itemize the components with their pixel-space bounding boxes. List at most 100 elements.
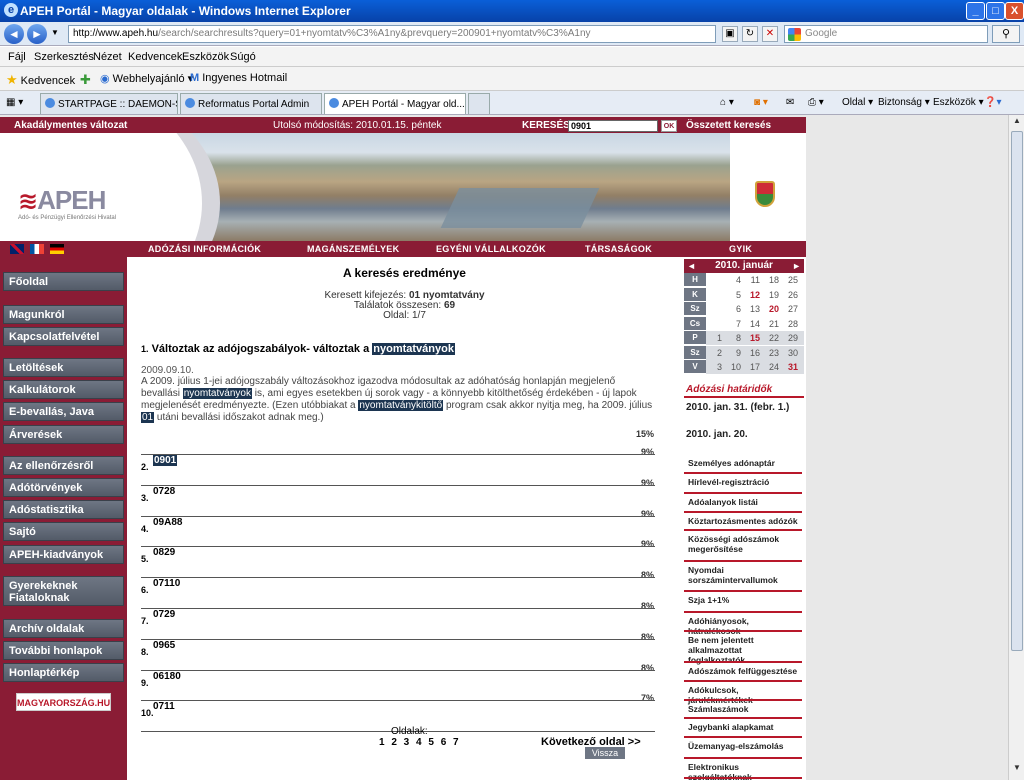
result-link[interactable]: 0901	[153, 455, 178, 466]
calendar-day[interactable]	[706, 288, 722, 302]
menu-e-bevallas[interactable]: E-bevallás, Java	[3, 402, 124, 421]
menu-file[interactable]: Fájl	[8, 51, 26, 63]
calendar-day[interactable]: 3	[706, 360, 722, 374]
new-tab-button[interactable]	[468, 93, 490, 114]
calendar-day[interactable]: 22	[763, 331, 779, 345]
calendar-day[interactable]: 8	[725, 331, 741, 345]
calendar-day[interactable]: 10	[725, 360, 741, 374]
calendar-next-icon[interactable]: ►	[792, 259, 801, 273]
menu-tovabbi-honlapok[interactable]: További honlapok	[3, 641, 124, 660]
vertical-scrollbar[interactable]: ▲ ▼	[1008, 115, 1024, 780]
menu-adotorvenyek[interactable]: Adótörvények	[3, 478, 124, 497]
tab-startpage[interactable]: STARTPAGE :: DAEMON-Sea...	[40, 93, 178, 114]
magyarorszag-hu-link[interactable]: MAGYARORSZÁG.HU	[16, 693, 111, 711]
page-menu[interactable]: Oldal ▾	[842, 97, 873, 108]
nav-tarsasagok[interactable]: TÁRSASÁGOK	[585, 244, 652, 254]
tab-apeh[interactable]: APEH Portál - Magyar old... ✕	[324, 93, 466, 114]
forward-arrow-icon[interactable]: ►	[27, 24, 47, 44]
nav-egyeni-vallalkozok[interactable]: EGYÉNI VÁLLALKOZÓK	[436, 244, 546, 254]
calendar-day[interactable]: 7	[725, 317, 741, 331]
calendar-day[interactable]: 5	[725, 288, 741, 302]
calendar-day[interactable]: 27	[782, 302, 798, 316]
accessible-version-link[interactable]: Akadálymentes változat	[14, 120, 127, 131]
menu-letoltesek[interactable]: Letöltések	[3, 358, 124, 377]
flag-english-icon[interactable]	[10, 244, 24, 254]
result-link[interactable]: 0728	[153, 486, 175, 497]
result-link[interactable]: 07110	[153, 578, 180, 589]
right-link[interactable]: Hírlevél-regisztráció	[688, 477, 800, 487]
calendar-day[interactable]: 13	[744, 302, 760, 316]
calendar-day[interactable]: 6	[725, 302, 741, 316]
calendar-day[interactable]	[706, 273, 722, 287]
suggested-sites-button[interactable]: ◉ Webhelyajánló ▾	[100, 72, 193, 85]
pager-links[interactable]: 1 2 3 4 5 6 7	[379, 737, 461, 748]
calendar-day[interactable]: 21	[763, 317, 779, 331]
hotmail-link[interactable]: M Ingyenes Hotmail	[190, 72, 287, 84]
calendar-day[interactable]: 14	[744, 317, 760, 331]
menu-apeh-kiadvanyok[interactable]: APEH-kiadványok	[3, 545, 124, 564]
favorites-button[interactable]: ★ Kedvencek	[6, 72, 75, 88]
calendar-day[interactable]: 26	[782, 288, 798, 302]
menu-fooldal[interactable]: Főoldal	[3, 272, 124, 291]
right-link[interactable]: Szja 1+1%	[688, 595, 800, 605]
calendar-day[interactable]: 30	[782, 346, 798, 360]
history-dropdown-icon[interactable]: ▼	[51, 28, 59, 37]
quick-tabs-icon[interactable]: ▦ ▾	[6, 97, 23, 108]
scroll-down-icon[interactable]: ▼	[1011, 763, 1023, 777]
right-link[interactable]: Jegybanki alapkamat	[688, 722, 800, 732]
calendar-day[interactable]: 23	[763, 346, 779, 360]
right-link[interactable]: Üzemanyag-elszámolás	[688, 741, 800, 751]
scroll-up-icon[interactable]: ▲	[1011, 116, 1023, 130]
google-search-input[interactable]: Google	[784, 25, 988, 43]
menu-archiv[interactable]: Archív oldalak	[3, 619, 124, 638]
site-search-input[interactable]: 0901	[568, 120, 658, 132]
right-link[interactable]: Számlaszámok	[688, 704, 800, 714]
rss-icon[interactable]: ◙ ▾	[754, 97, 768, 108]
refresh-icon[interactable]: ↻	[742, 26, 758, 42]
menu-help[interactable]: Súgó	[230, 51, 256, 63]
menu-kapcsolatfelvetel[interactable]: Kapcsolatfelvétel	[3, 327, 124, 346]
menu-arveresek[interactable]: Árverések	[3, 425, 124, 444]
calendar-day[interactable]: 17	[744, 360, 760, 374]
help-icon[interactable]: ❓▾	[984, 97, 1001, 108]
search-ok-button[interactable]: OK	[661, 120, 677, 132]
nav-maganszemelyek[interactable]: MAGÁNSZEMÉLYEK	[307, 244, 399, 254]
back-arrow-icon[interactable]: ◄	[4, 24, 24, 44]
calendar-day[interactable]: 12	[744, 288, 760, 302]
compat-view-icon[interactable]: ▣	[722, 26, 738, 42]
result-link[interactable]: 09A88	[153, 517, 182, 528]
right-link[interactable]: Személyes adónaptár	[688, 458, 800, 468]
calendar-day[interactable]: 2	[706, 346, 722, 360]
result-link[interactable]: 06180	[153, 671, 181, 682]
calendar-day[interactable]: 9	[725, 346, 741, 360]
right-link[interactable]: Nyomdai sorszámintervallumok	[688, 565, 800, 585]
menu-adostatisztika[interactable]: Adóstatisztika	[3, 500, 124, 519]
calendar-day[interactable]: 18	[763, 273, 779, 287]
calendar-day[interactable]: 31	[782, 360, 798, 374]
safety-menu[interactable]: Biztonság ▾	[878, 97, 930, 108]
minimize-button[interactable]: _	[966, 2, 985, 20]
calendar-day[interactable]: 11	[744, 273, 760, 287]
menu-sajto[interactable]: Sajtó	[3, 522, 124, 541]
maximize-button[interactable]: □	[986, 2, 1005, 20]
right-link[interactable]: Köztartozásmentes adózók	[688, 516, 800, 526]
mail-icon[interactable]: ✉	[786, 97, 794, 108]
calendar-day[interactable]: 4	[725, 273, 741, 287]
right-link[interactable]: Közösségi adószámok megerősítése	[688, 534, 800, 554]
stop-icon[interactable]: ✕	[762, 26, 778, 42]
result-link[interactable]: 0965	[153, 640, 175, 651]
result-1-title[interactable]: 1. Változtak az adójogszabályok- változt…	[141, 343, 455, 355]
calendar-day[interactable]	[706, 317, 722, 331]
menu-favorites[interactable]: Kedvencek	[128, 51, 182, 63]
flag-german-icon[interactable]	[50, 244, 64, 254]
calendar-day[interactable]: 28	[782, 317, 798, 331]
calendar-prev-icon[interactable]: ◄	[687, 259, 696, 273]
menu-magunkrol[interactable]: Magunkról	[3, 305, 124, 324]
calendar-day[interactable]: 1	[706, 331, 722, 345]
right-link[interactable]: Adóalanyok listái	[688, 497, 800, 507]
advanced-search-link[interactable]: Összetett keresés	[686, 120, 771, 131]
apeh-logo[interactable]: ≋APEH	[18, 185, 106, 216]
menu-honlapterkep[interactable]: Honlaptérkép	[3, 663, 124, 682]
deadline-2[interactable]: 2010. jan. 20.	[686, 429, 748, 440]
url-input[interactable]: http://www.apeh.hu/search/searchresults?…	[68, 25, 716, 43]
